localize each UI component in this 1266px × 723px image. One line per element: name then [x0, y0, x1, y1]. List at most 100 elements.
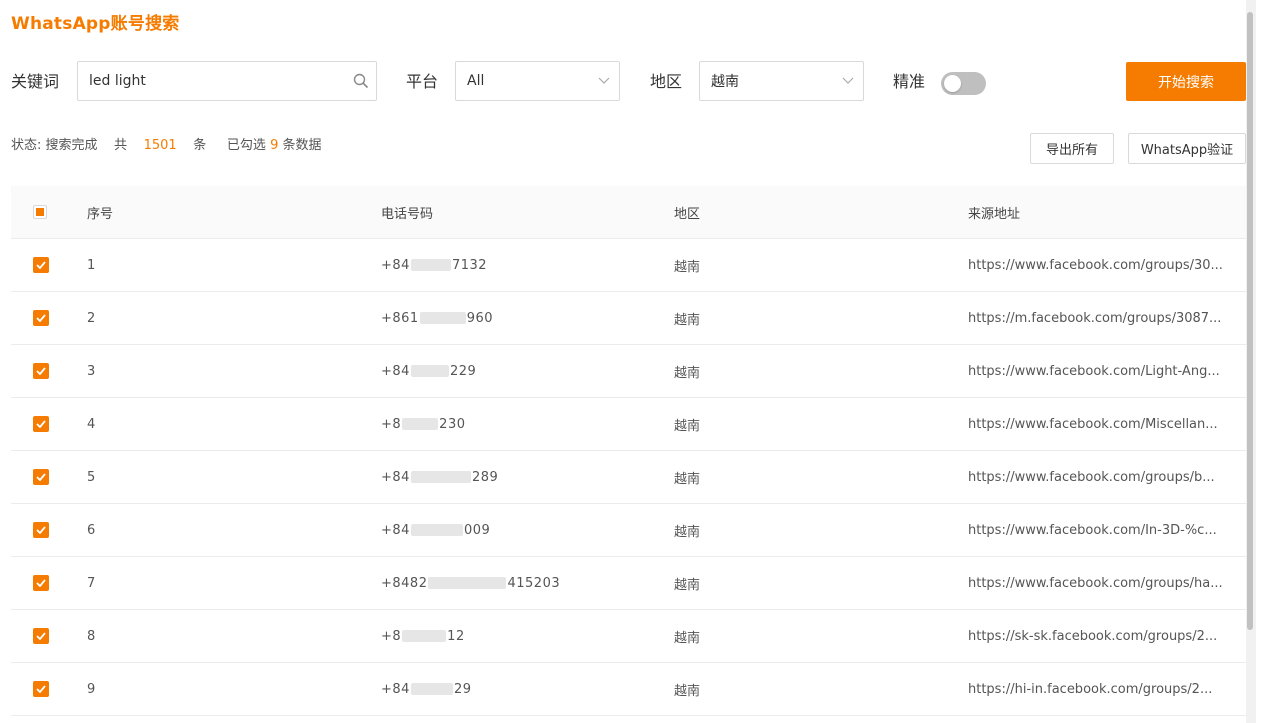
row-region: 越南 [674, 418, 701, 434]
page-title: WhatsApp账号搜索 [11, 14, 180, 34]
keyword-label: 关键词 [11, 72, 60, 91]
row-index: 4 [87, 416, 96, 432]
exact-toggle[interactable] [941, 72, 986, 95]
row-source-link[interactable]: https://hi-in.facebook.com/groups/2... [968, 682, 1233, 697]
scrollbar-thumb[interactable] [1247, 12, 1253, 630]
selected-suffix: 条数据 [282, 138, 322, 153]
row-index: 2 [87, 310, 96, 326]
table-header: 序号 电话号码 地区 来源地址 [11, 186, 1246, 239]
phone-suffix: 960 [466, 310, 494, 326]
row-checkbox[interactable] [33, 257, 49, 273]
phone-prefix: +84 [381, 681, 410, 697]
table-row[interactable]: 6 +84 009 越南 https://www.facebook.com/In-3D-… [11, 504, 1246, 557]
region-label: 地区 [650, 72, 683, 91]
start-search-button[interactable]: 开始搜索 [1126, 62, 1246, 101]
table-row[interactable]: 7 +8482 415203 越南 https://www.facebook.com/g… [11, 557, 1246, 610]
check-icon [36, 579, 46, 587]
row-source-link[interactable]: https://m.facebook.com/groups/3087... [968, 311, 1233, 326]
row-phone: +8482 415203 [381, 557, 641, 609]
row-index: 8 [87, 628, 96, 644]
exact-label: 精准 [893, 72, 926, 91]
keyword-input-value[interactable]: led light [78, 73, 346, 89]
table-row[interactable]: 9 +84 29 越南 https://hi-in.facebook.com/group… [11, 663, 1246, 716]
whatsapp-verify-button[interactable]: WhatsApp验证 [1128, 133, 1246, 164]
status-line: 状态: 搜索完成 共 1501 条 已勾选 9 条数据 [11, 134, 322, 153]
phone-suffix: 230 [439, 416, 466, 432]
phone-prefix: +84 [381, 522, 410, 538]
row-index: 1 [87, 257, 96, 273]
row-checkbox[interactable] [33, 522, 49, 538]
row-source-link[interactable]: https://www.facebook.com/groups/30... [968, 258, 1233, 273]
phone-suffix: 12 [447, 628, 465, 644]
phone-redaction [410, 259, 451, 271]
row-phone: +8 12 [381, 610, 641, 662]
row-checkbox[interactable] [33, 416, 49, 432]
check-icon [36, 685, 46, 693]
chevron-down-icon [833, 62, 863, 100]
row-region: 越南 [674, 365, 701, 381]
row-phone: +84 009 [381, 504, 641, 556]
row-source-link[interactable]: https://www.facebook.com/groups/b... [968, 470, 1233, 485]
row-phone: +8 230 [381, 398, 641, 450]
check-icon [36, 632, 46, 640]
row-region: 越南 [674, 259, 701, 275]
region-select-value: 越南 [711, 74, 739, 90]
phone-suffix: 229 [449, 363, 477, 379]
header-phone: 电话号码 [381, 206, 434, 222]
phone-redaction [402, 418, 439, 430]
table-row[interactable]: 1 +84 7132 越南 https://www.facebook.com/group… [11, 239, 1246, 292]
table-row[interactable]: 5 +84 289 越南 https://www.facebook.com/groups… [11, 451, 1246, 504]
row-checkbox[interactable] [33, 469, 49, 485]
phone-prefix: +84 [381, 469, 410, 485]
platform-select-value: All [467, 73, 485, 89]
row-source-link[interactable]: https://sk-sk.facebook.com/groups/2... [968, 629, 1233, 644]
row-checkbox[interactable] [33, 310, 49, 326]
row-region: 越南 [674, 471, 701, 487]
row-source-link[interactable]: https://www.facebook.com/In-3D-%c... [968, 523, 1233, 538]
row-source-link[interactable]: https://www.facebook.com/Miscellan... [968, 417, 1233, 432]
table-row[interactable]: 3 +84 229 越南 https://www.facebook.com/Light-… [11, 345, 1246, 398]
keyword-input[interactable]: led light [77, 61, 377, 101]
check-icon [36, 526, 46, 534]
selected-prefix: 已勾选 [226, 138, 266, 153]
table-row[interactable]: 2 +861 960 越南 https://m.facebook.com/groups/… [11, 292, 1246, 345]
row-phone: +84 289 [381, 451, 641, 503]
phone-redaction [428, 577, 507, 589]
row-index: 3 [87, 363, 96, 379]
phone-suffix: 415203 [507, 575, 561, 591]
select-all-checkbox[interactable] [33, 205, 47, 219]
header-region: 地区 [674, 206, 701, 222]
toggle-knob [944, 75, 961, 92]
row-source-link[interactable]: https://www.facebook.com/groups/ha... [968, 576, 1233, 591]
total-prefix: 共 [114, 138, 128, 153]
export-all-button[interactable]: 导出所有 [1030, 133, 1114, 164]
phone-redaction [410, 683, 453, 695]
phone-prefix: +84 [381, 257, 410, 273]
header-source: 来源地址 [968, 206, 1021, 222]
check-icon [36, 314, 46, 322]
row-phone: +84 229 [381, 345, 641, 397]
check-icon [36, 420, 46, 428]
phone-prefix: +8482 [381, 575, 428, 591]
total-suffix: 条 [193, 138, 207, 153]
platform-select[interactable]: All [455, 61, 620, 101]
phone-suffix: 009 [463, 522, 491, 538]
phone-redaction [419, 312, 466, 324]
region-select[interactable]: 越南 [699, 61, 864, 101]
phone-redaction [410, 471, 471, 483]
row-checkbox[interactable] [33, 575, 49, 591]
check-icon [36, 367, 46, 375]
phone-prefix: +8 [381, 416, 402, 432]
total-count: 1501 [143, 138, 177, 153]
app-page: WhatsApp账号搜索 关键词 led light 平台 All 地区 越南 … [0, 0, 1266, 723]
row-phone: +84 29 [381, 663, 641, 715]
phone-redaction [402, 630, 447, 642]
row-checkbox[interactable] [33, 681, 49, 697]
row-checkbox[interactable] [33, 628, 49, 644]
table-row[interactable]: 4 +8 230 越南 https://www.facebook.com/Miscell… [11, 398, 1246, 451]
row-region: 越南 [674, 683, 701, 699]
search-icon[interactable] [346, 62, 376, 100]
table-row[interactable]: 8 +8 12 越南 https://sk-sk.facebook.com/groups… [11, 610, 1246, 663]
row-checkbox[interactable] [33, 363, 49, 379]
row-source-link[interactable]: https://www.facebook.com/Light-Ang... [968, 364, 1233, 379]
